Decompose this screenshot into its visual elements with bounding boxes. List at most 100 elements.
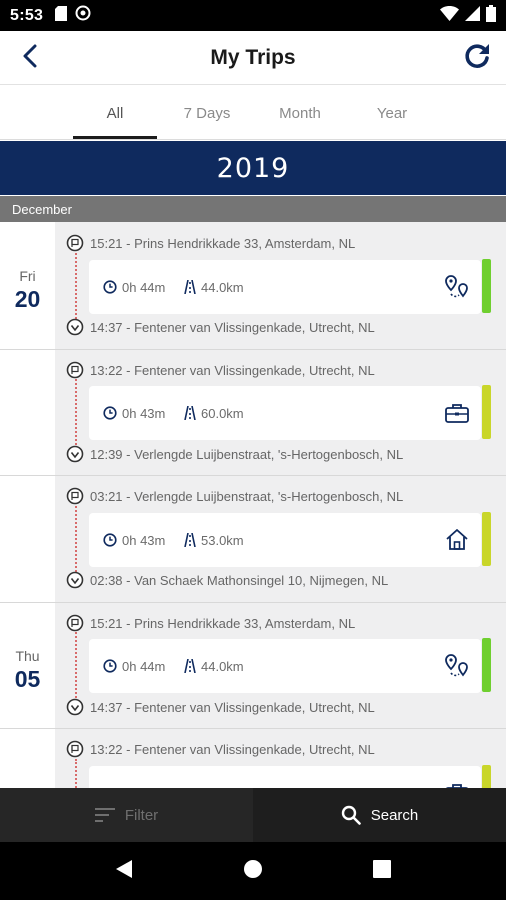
tab-all[interactable]: All [70,86,160,140]
search-button[interactable]: Search [253,788,506,842]
trip-score-bar [482,638,491,692]
trip-start: 13:22 - Fentener van Vlissingenkade, Utr… [66,361,375,379]
end-pin-icon [66,571,84,589]
row-divider [0,349,506,350]
start-address: Fentener van Vlissingenkade, Utrecht, NL [134,741,375,757]
day-number: 05 [14,666,41,692]
page-title: My Trips [210,45,296,69]
signal-icon [465,5,480,26]
trip-end: 12:39 - Verlengde Luijbenstraat, 's-Hert… [66,445,403,463]
sync-icon [75,5,91,26]
trip-distance: 60.0km [184,406,244,421]
end-address: Verlengde Luijbenstraat, 's-Hertogenbosc… [134,446,404,462]
trip-card[interactable]: 0h 44m 44.0km [89,260,481,314]
wifi-icon [440,5,459,26]
trip-duration: 0h 43m [103,533,165,548]
trip-start: 15:21 - Prins Hendrikkade 33, Amsterdam,… [66,234,355,252]
start-flag-icon [66,234,84,252]
start-flag-icon [66,487,84,505]
trip-list[interactable]: Fri 20 Thu 05 15:21 - Prins Hendrikkade … [0,222,506,788]
trip-start: 13:22 - Fentener van Vlissingenkade, Utr… [66,740,375,758]
row-divider [0,728,506,729]
active-tab-indicator [73,136,157,139]
nav-home-icon[interactable] [243,859,263,884]
trip-timeline [75,632,77,702]
road-icon [184,659,196,673]
end-time: 14:37 [90,699,123,715]
briefcase-icon [443,779,471,788]
start-time: 13:22 [90,741,123,757]
distance-value: 44.0km [201,658,244,674]
home-icon [443,526,471,554]
back-button[interactable] [12,40,48,76]
row-divider [0,602,506,603]
start-time: 15:21 [90,235,123,251]
trip-end: 14:37 - Fentener van Vlissingenkade, Utr… [66,698,375,716]
clock-icon [103,280,117,294]
status-bar: 5:53 [0,0,506,31]
start-flag-icon [66,361,84,379]
trip-distance: 44.0km [184,659,244,674]
day-name: Thu [15,648,40,664]
start-address: Prins Hendrikkade 33, Amsterdam, NL [134,615,356,631]
road-icon [184,280,196,294]
period-tabs: All 7 Days Month Year [0,86,506,140]
start-flag-icon [66,614,84,632]
trip-card[interactable] [89,766,481,788]
back-arrow-icon [21,44,39,73]
start-time: 15:21 [90,615,123,631]
end-time: 12:39 [90,446,123,462]
start-time: 13:22 [90,362,123,378]
end-time: 02:38 [90,572,123,588]
month-header: December [0,196,506,222]
end-address: Fentener van Vlissingenkade, Utrecht, NL [134,699,375,715]
tab-7-days[interactable]: 7 Days [162,86,252,140]
status-time: 5:53 [10,6,44,24]
refresh-button[interactable] [458,39,496,77]
filter-label: Filter [124,806,159,824]
road-icon [184,533,196,547]
trip-card[interactable]: 0h 43m 53.0km [89,513,481,567]
trip-score-bar [482,385,491,439]
sd-card-icon [55,5,68,26]
bottom-action-bar: Filter Search [0,788,506,842]
tab-year[interactable]: Year [347,86,437,140]
distance-value: 53.0km [201,532,244,548]
map-route-icon [443,652,471,680]
search-label: Search [370,806,419,824]
duration-value: 0h 44m [122,658,166,674]
trip-score-bar [482,765,491,788]
briefcase-icon [443,399,471,427]
row-divider [0,475,506,476]
trip-score-bar [482,259,491,313]
year-header: 2019 [0,141,506,195]
end-pin-icon [66,445,84,463]
trip-card[interactable]: 0h 43m 60.0km [89,386,481,440]
trip-timeline [75,253,77,323]
nav-back-icon[interactable] [115,859,133,884]
day-number: 20 [14,286,41,312]
tab-month[interactable]: Month [255,86,345,140]
day-name: Fri [19,268,36,284]
clock-icon [103,533,117,547]
trip-start: 15:21 - Prins Hendrikkade 33, Amsterdam,… [66,614,355,632]
day-label-fri-20: Fri 20 [0,268,55,313]
refresh-icon [462,41,492,76]
road-icon [184,406,196,420]
end-pin-icon [66,698,84,716]
filter-button[interactable]: Filter [0,788,253,842]
clock-icon [103,406,117,420]
battery-icon [486,4,496,27]
trip-distance: 44.0km [184,280,244,295]
nav-recents-icon[interactable] [373,859,391,883]
trip-card[interactable]: 0h 44m 44.0km [89,639,481,693]
distance-value: 60.0km [201,405,244,421]
end-pin-icon [66,318,84,336]
app-bar: My Trips [0,31,506,85]
start-address: Prins Hendrikkade 33, Amsterdam, NL [134,235,356,251]
start-address: Fentener van Vlissingenkade, Utrecht, NL [134,362,375,378]
day-label-thu-05: Thu 05 [0,648,55,693]
distance-value: 44.0km [201,279,244,295]
trip-timeline [75,759,77,788]
duration-value: 0h 43m [122,405,166,421]
